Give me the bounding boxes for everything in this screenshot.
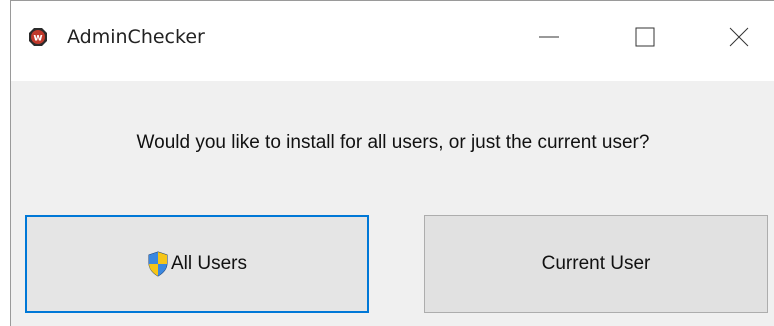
all-users-button[interactable]: All Users bbox=[25, 215, 369, 313]
current-user-label: Current User bbox=[541, 253, 651, 274]
close-icon[interactable] bbox=[721, 19, 757, 55]
all-users-label: All Users bbox=[170, 253, 247, 274]
minimize-icon[interactable] bbox=[531, 19, 567, 55]
uac-shield-icon bbox=[148, 251, 168, 277]
install-prompt: Would you like to install for all users,… bbox=[136, 132, 650, 153]
current-user-button[interactable]: Current User bbox=[424, 215, 768, 313]
window-title: AdminChecker bbox=[67, 26, 205, 48]
dialog-window: w AdminChecker Would you like to install… bbox=[10, 0, 774, 326]
title-bar[interactable]: w AdminChecker bbox=[11, 1, 774, 81]
svg-text:w: w bbox=[33, 33, 42, 44]
w-logo-icon: w bbox=[29, 28, 47, 46]
maximize-icon[interactable] bbox=[627, 19, 663, 55]
